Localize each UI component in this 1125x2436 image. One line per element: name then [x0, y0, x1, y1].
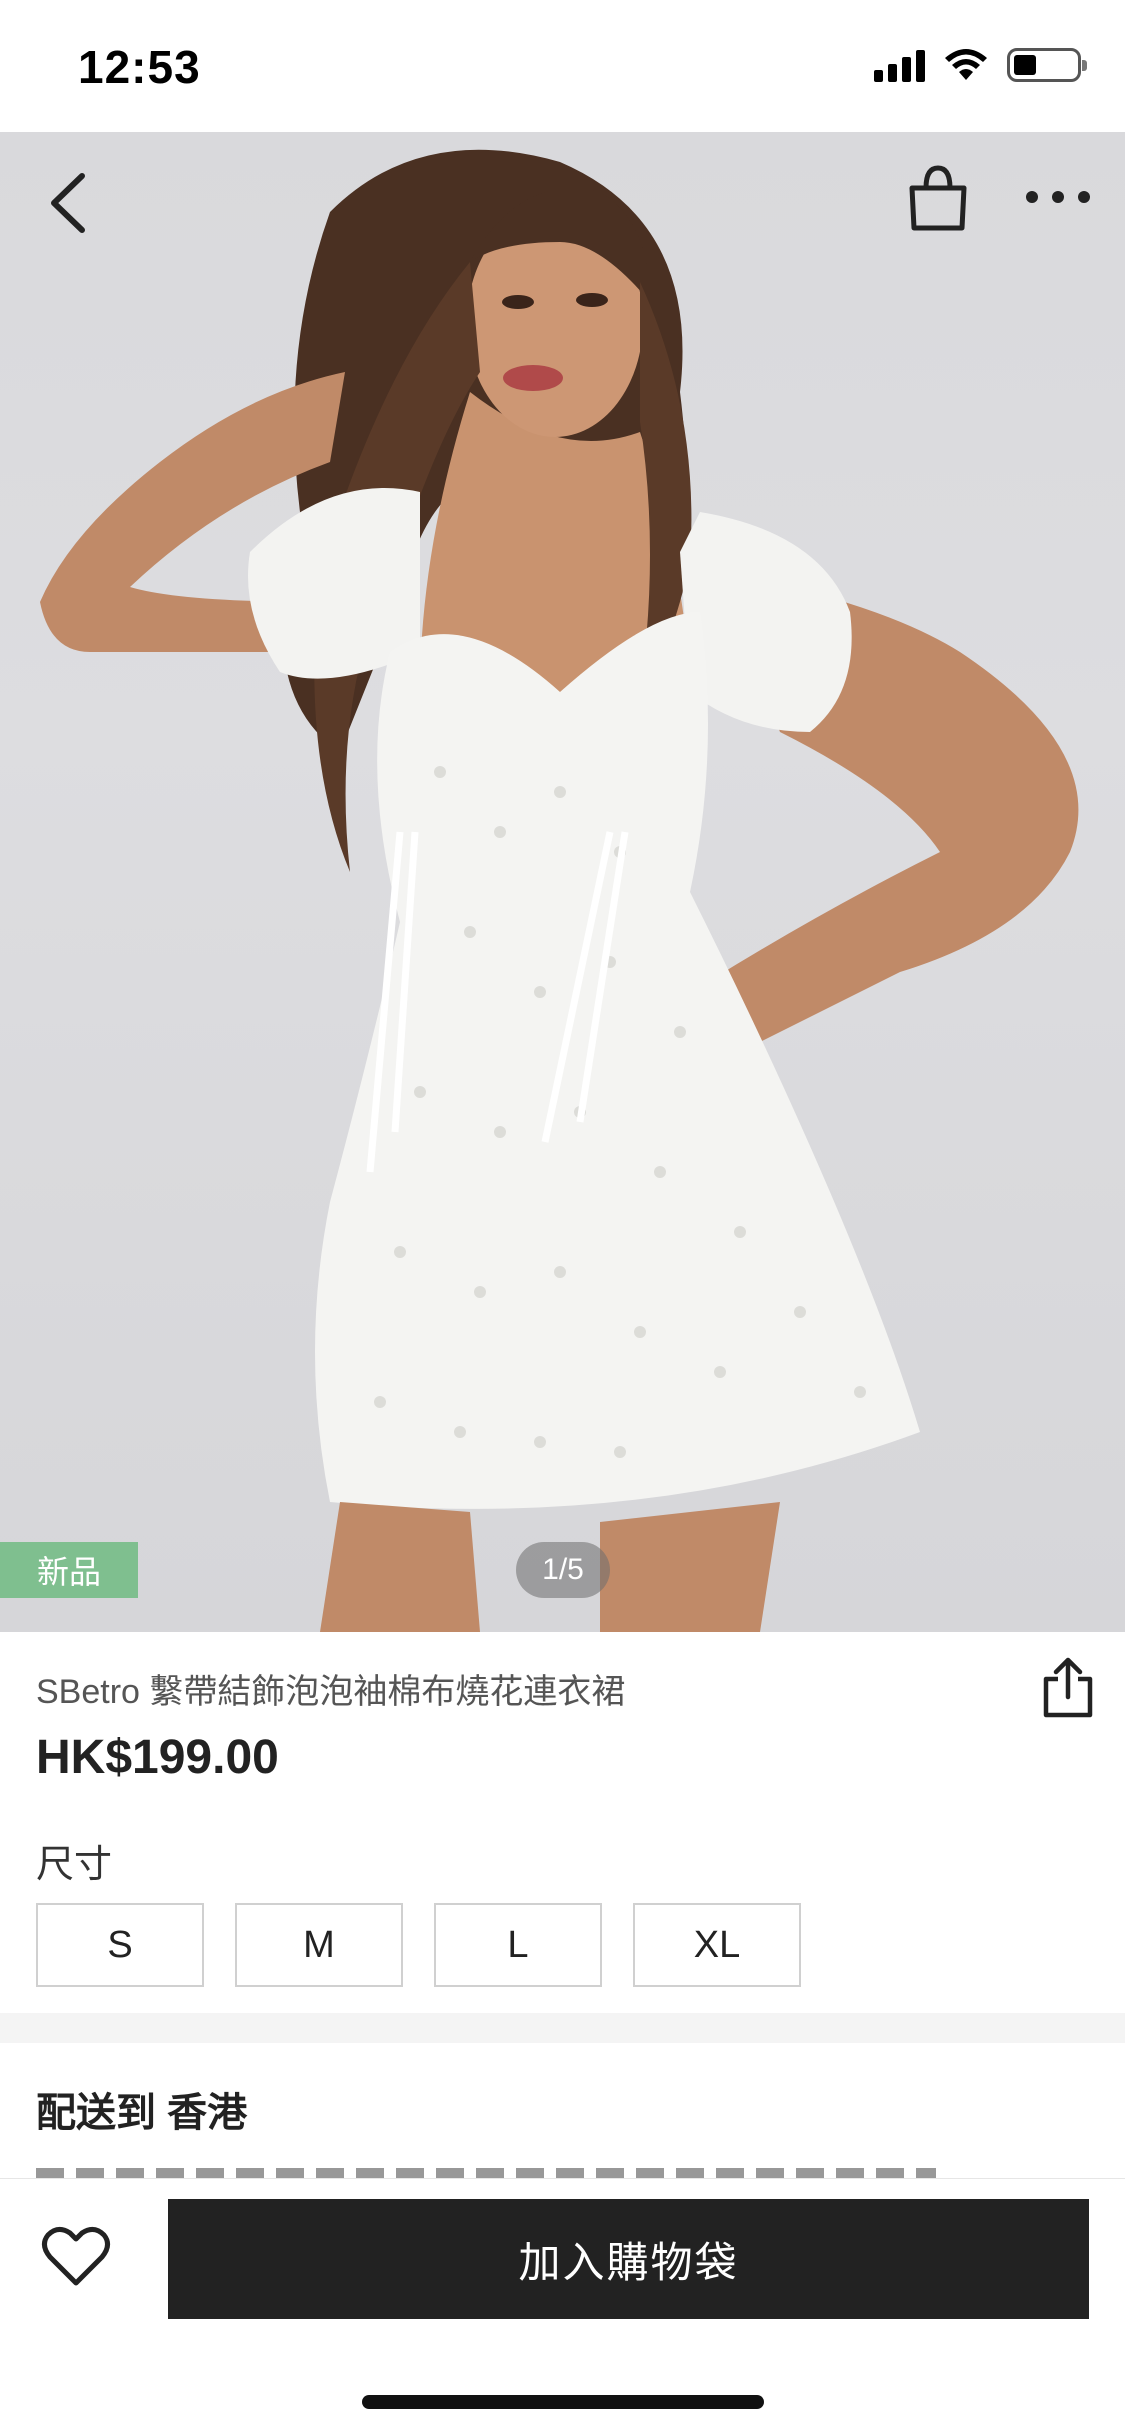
size-option-m[interactable]: M	[235, 1903, 403, 1987]
back-chevron-icon[interactable]	[40, 168, 100, 238]
share-icon[interactable]	[1040, 1655, 1096, 1721]
home-indicator[interactable]	[362, 2395, 764, 2409]
new-badge: 新品	[0, 1542, 138, 1598]
add-to-bag-button[interactable]: 加入購物袋	[168, 2199, 1089, 2319]
size-option-xl[interactable]: XL	[633, 1903, 801, 1987]
product-photo	[40, 149, 1079, 1632]
size-options: S M L XL	[36, 1903, 801, 1987]
section-divider	[0, 2013, 1125, 2043]
bottom-action-bar: 加入購物袋	[0, 2178, 1125, 2436]
heart-icon[interactable]	[40, 2223, 112, 2289]
product-image-carousel[interactable]: 新品 1/5	[0, 132, 1125, 1632]
product-price: HK$199.00	[36, 1731, 279, 1784]
size-option-s[interactable]: S	[36, 1903, 204, 1987]
size-label: 尺寸	[36, 1844, 113, 1886]
size-option-l[interactable]: L	[434, 1903, 602, 1987]
product-title-row: SBetro 繫帶結飾泡泡袖棉布燒花連衣裙	[36, 1657, 1096, 1718]
status-time: 12:53	[78, 41, 201, 93]
wifi-icon	[945, 49, 987, 80]
more-dots-icon[interactable]	[1022, 182, 1094, 212]
battery-icon	[1007, 48, 1087, 82]
cellular-signal-icon	[874, 48, 925, 82]
product-title: SBetro 繫帶結飾泡泡袖棉布燒花連衣裙	[36, 1672, 626, 1711]
page-indicator: 1/5	[516, 1542, 610, 1598]
status-icons	[874, 48, 1087, 82]
shopping-bag-icon[interactable]	[906, 162, 970, 234]
shipping-destination[interactable]: 配送到 香港	[36, 2080, 247, 2138]
status-bar: 12:53	[0, 0, 1125, 132]
